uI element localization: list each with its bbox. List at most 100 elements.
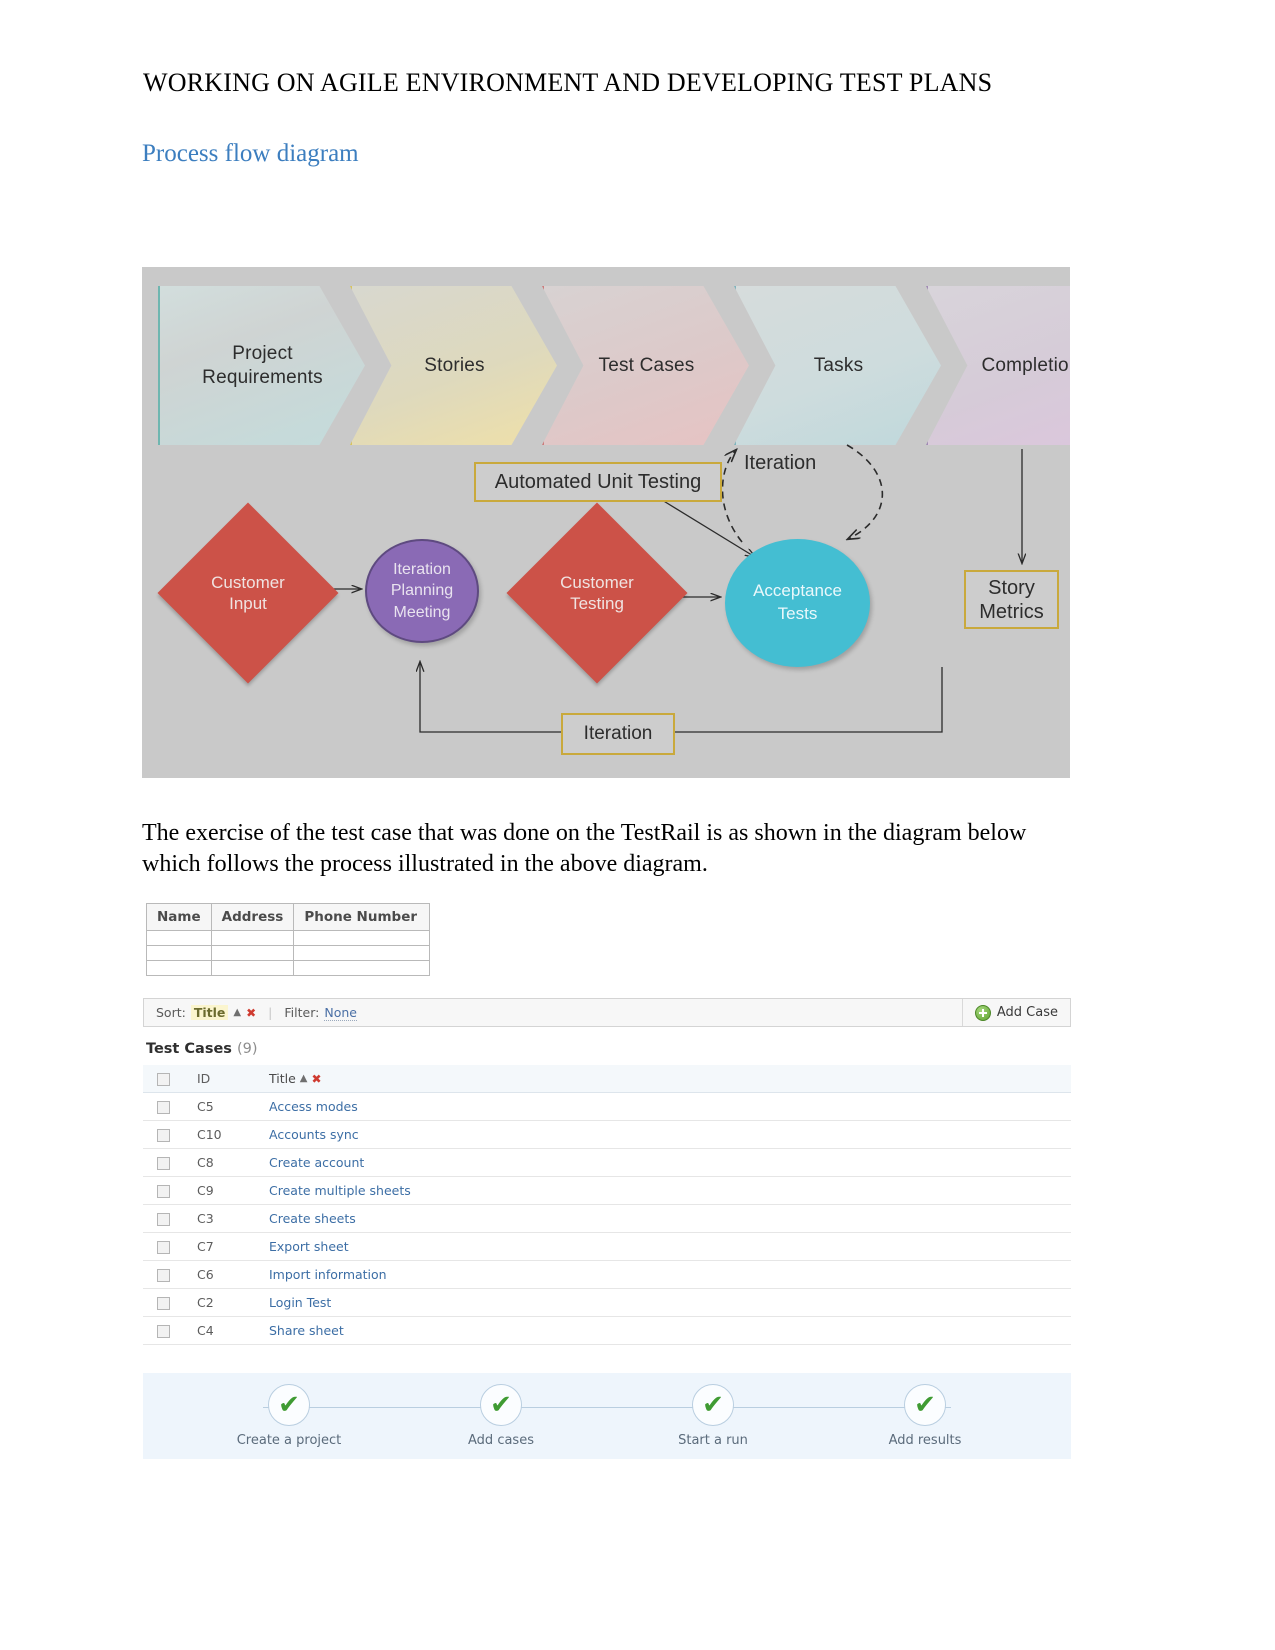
select-all-checkbox[interactable]: [157, 1073, 170, 1086]
cell-title[interactable]: Import information: [269, 1261, 1071, 1289]
green-check-icon: ✔: [278, 1390, 300, 1420]
section-title-text: Test Cases: [146, 1041, 232, 1057]
cell-id: C8: [197, 1155, 214, 1170]
test-case-link[interactable]: Import information: [269, 1267, 387, 1282]
step-status-circle: ✔: [692, 1384, 734, 1426]
cell-title[interactable]: Create multiple sheets: [269, 1177, 1071, 1205]
row-select-cell[interactable]: [143, 1149, 197, 1177]
cell-title[interactable]: Accounts sync: [269, 1121, 1071, 1149]
wizard-step-start-a-run[interactable]: ✔ Start a run: [623, 1384, 803, 1448]
row-select-cell[interactable]: [143, 1093, 197, 1121]
title-sort-group[interactable]: Title ▲ ✖: [269, 1071, 322, 1086]
test-case-link[interactable]: Export sheet: [269, 1239, 349, 1254]
green-check-icon: ✔: [702, 1390, 724, 1420]
iteration-planning-meeting-label: Iteration Planning Meeting: [390, 560, 454, 621]
row-checkbox[interactable]: [157, 1157, 170, 1170]
table-row: [146, 930, 431, 946]
iteration-label-top: Iteration: [744, 452, 817, 474]
column-header-id[interactable]: ID: [197, 1065, 269, 1093]
cell-id: C6: [197, 1267, 214, 1282]
cell-title[interactable]: Create account: [269, 1149, 1071, 1177]
column-header-title-text: Title: [269, 1071, 296, 1086]
step-status-circle: ✔: [268, 1384, 310, 1426]
add-case-label: Add Case: [996, 1005, 1058, 1020]
table-row[interactable]: C6 Import information: [143, 1261, 1071, 1289]
sort-label: Sort:: [156, 1005, 186, 1020]
test-cases-body: C5 Access modes C10 Accounts sync C8 Cre…: [143, 1093, 1071, 1345]
row-checkbox[interactable]: [157, 1185, 170, 1198]
row-select-cell[interactable]: [143, 1317, 197, 1345]
table-row[interactable]: C7 Export sheet: [143, 1233, 1071, 1261]
test-case-link[interactable]: Login Test: [269, 1295, 331, 1310]
list-toolbar: Sort: Title ▲ ✖ | Filter: None Add Case: [143, 998, 1071, 1027]
row-select-cell[interactable]: [143, 1205, 197, 1233]
test-case-link[interactable]: Create account: [269, 1155, 364, 1170]
iteration-planning-meeting-ellipse: Iteration Planning Meeting: [365, 539, 479, 643]
table-cell: [146, 960, 212, 976]
column-header-title[interactable]: Title ▲ ✖: [269, 1065, 1071, 1093]
table-row[interactable]: C2 Login Test: [143, 1289, 1071, 1317]
row-select-cell[interactable]: [143, 1261, 197, 1289]
toolbar-sort-filter: Sort: Title ▲ ✖ | Filter: None: [144, 1005, 962, 1021]
contact-mini-table: Name Address Phone Number: [146, 903, 431, 976]
table-row[interactable]: C3 Create sheets: [143, 1205, 1071, 1233]
table-row[interactable]: C9 Create multiple sheets: [143, 1177, 1071, 1205]
row-select-cell[interactable]: [143, 1233, 197, 1261]
table-row[interactable]: C5 Access modes: [143, 1093, 1071, 1121]
table-cell: [146, 930, 212, 946]
toolbar-divider: |: [268, 1005, 273, 1020]
clear-sort-icon[interactable]: ✖: [312, 1072, 322, 1086]
table-row[interactable]: C8 Create account: [143, 1149, 1071, 1177]
plus-circle-icon: [974, 1004, 991, 1021]
table-cell: [293, 960, 431, 976]
row-checkbox[interactable]: [157, 1325, 170, 1338]
wizard-step-add-results[interactable]: ✔ Add results: [835, 1384, 1015, 1448]
wizard-step-label: Start a run: [678, 1433, 748, 1448]
wizard-step-label: Add results: [888, 1433, 962, 1448]
cell-id: C9: [197, 1183, 214, 1198]
sort-value[interactable]: Title: [190, 1005, 229, 1020]
cell-title[interactable]: Access modes: [269, 1093, 1071, 1121]
test-case-link[interactable]: Accounts sync: [269, 1127, 359, 1142]
row-select-cell[interactable]: [143, 1121, 197, 1149]
sort-ascending-icon[interactable]: ▲: [233, 1007, 241, 1018]
row-checkbox[interactable]: [157, 1101, 170, 1114]
wizard-step-add-cases[interactable]: ✔ Add cases: [411, 1384, 591, 1448]
row-checkbox[interactable]: [157, 1269, 170, 1282]
column-header-address: Address: [210, 903, 295, 931]
filter-label: Filter:: [284, 1005, 320, 1020]
acceptance-tests-label: Acceptance Tests: [753, 581, 842, 623]
test-case-link[interactable]: Create multiple sheets: [269, 1183, 411, 1198]
row-select-cell[interactable]: [143, 1289, 197, 1317]
iteration-box-bottom: Iteration: [561, 713, 675, 755]
test-case-link[interactable]: Share sheet: [269, 1323, 344, 1338]
section-count: (9): [237, 1041, 258, 1057]
filter-value[interactable]: None: [324, 1005, 357, 1021]
test-case-link[interactable]: Create sheets: [269, 1211, 356, 1226]
cell-title[interactable]: Share sheet: [269, 1317, 1071, 1345]
cell-title[interactable]: Export sheet: [269, 1233, 1071, 1261]
table-cell: [293, 945, 431, 961]
testrail-screenshot: Name Address Phone Number Sort: Title ▲ …: [143, 903, 1071, 1459]
green-check-icon: ✔: [914, 1390, 936, 1420]
select-all-cell[interactable]: [143, 1065, 197, 1093]
wizard-step-create-a-project[interactable]: ✔ Create a project: [199, 1384, 379, 1448]
cell-id: C10: [197, 1127, 222, 1142]
add-case-button[interactable]: Add Case: [961, 999, 1070, 1026]
clear-sort-icon[interactable]: ✖: [246, 1006, 256, 1020]
table-cell: [210, 960, 295, 976]
column-header-name: Name: [146, 903, 212, 931]
test-case-link[interactable]: Access modes: [269, 1099, 358, 1114]
row-select-cell[interactable]: [143, 1177, 197, 1205]
row-checkbox[interactable]: [157, 1213, 170, 1226]
body-paragraph: The exercise of the test case that was d…: [142, 820, 1027, 877]
process-flow-diagram: Project Requirements Stories Test Cases T…: [142, 267, 1070, 778]
row-checkbox[interactable]: [157, 1297, 170, 1310]
row-checkbox[interactable]: [157, 1129, 170, 1142]
cell-title[interactable]: Login Test: [269, 1289, 1071, 1317]
row-checkbox[interactable]: [157, 1241, 170, 1254]
table-row[interactable]: C10 Accounts sync: [143, 1121, 1071, 1149]
cell-title[interactable]: Create sheets: [269, 1205, 1071, 1233]
sort-ascending-icon[interactable]: ▲: [300, 1073, 308, 1084]
table-row[interactable]: C4 Share sheet: [143, 1317, 1071, 1345]
